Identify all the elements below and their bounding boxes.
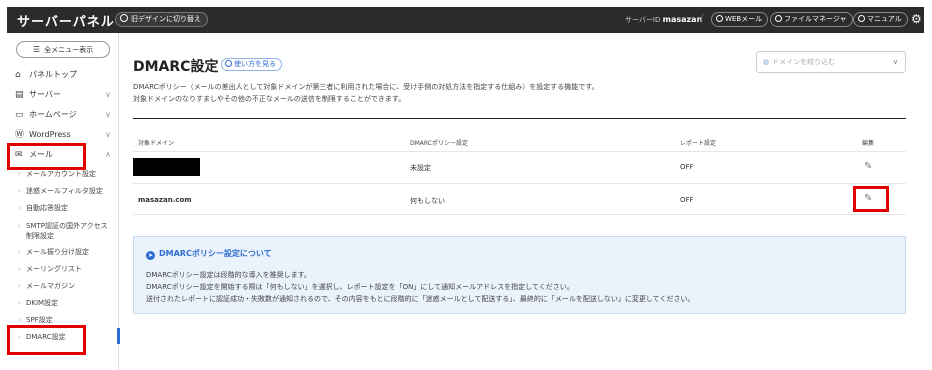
manual-button[interactable]: マニュアル <box>853 12 908 27</box>
sidebar-subitem-label: メール振り分け設定 <box>26 248 89 256</box>
gear-icon[interactable]: ⚙ <box>911 12 922 26</box>
domain-filter-select[interactable]: ◍ ドメインを絞り込む ∨ <box>756 51 906 73</box>
question-icon <box>225 60 232 67</box>
sidebar-item-wordpress[interactable]: Ⓦ WordPress ∨ <box>7 125 119 145</box>
column-header-edit: 編集 <box>862 140 875 147</box>
active-indicator <box>117 328 120 344</box>
sidebar-subitem-label: メールアカウント設定 <box>26 170 96 178</box>
sidebar-item-server[interactable]: ▤ サーバー ∨ <box>7 85 119 105</box>
send-icon <box>716 15 723 22</box>
table-row-divider <box>133 151 906 152</box>
chevron-right-icon: › <box>18 204 21 212</box>
table-cell-policy: 何もしない <box>410 197 445 205</box>
globe-icon: ◍ <box>763 58 770 66</box>
table-cell-report: OFF <box>680 163 694 171</box>
top-header: サーバーパネル 旧デザインに切り替え サーバーID masazan / WEBメ… <box>7 7 924 33</box>
folder-icon <box>775 15 782 22</box>
sidebar-item-label: サーバー <box>29 90 61 99</box>
chevron-right-icon: › <box>18 316 21 324</box>
browser-icon: ▭ <box>15 110 24 120</box>
sidebar: ☰ 全メニュー表示 ⌂ パネルトップ ▤ サーバー ∨ ▭ ホームページ ∨ Ⓦ … <box>7 33 120 370</box>
chevron-right-icon: › <box>18 265 21 273</box>
server-id: サーバーID masazan <box>625 15 702 25</box>
wordpress-icon: Ⓦ <box>15 130 25 140</box>
chevron-right-icon: › <box>18 170 21 178</box>
table-row-divider <box>133 183 906 184</box>
old-design-button[interactable]: 旧デザインに切り替え <box>115 12 208 27</box>
server-id-label: サーバーID <box>625 16 661 24</box>
column-header-policy: DMARCポリシー設定 <box>410 140 468 147</box>
sidebar-subitem-label: SMTP認証の国外アクセス制限設定 <box>26 222 108 240</box>
info-line: 送付されたレポートに認証成功・失敗数が通知されるので、その内容をもとに段階的に「… <box>146 295 695 303</box>
all-menu-button[interactable]: ☰ 全メニュー表示 <box>16 41 110 58</box>
brand-title: サーバーパネル <box>17 15 115 30</box>
send-icon: ➤ <box>146 251 155 260</box>
server-id-value: masazan <box>662 15 703 24</box>
column-header-report: レポート設定 <box>680 140 717 147</box>
sidebar-subitem-label: DKIM設定 <box>26 299 59 307</box>
edit-pencil-icon[interactable]: ✎ <box>864 161 872 172</box>
sidebar-subitem-label: 迷惑メールフィルタ設定 <box>26 187 103 195</box>
home-icon: ⌂ <box>15 70 21 80</box>
menu-icon: ☰ <box>32 45 41 54</box>
table-cell-policy: 未設定 <box>410 164 431 172</box>
table-cell-domain: masazan.com <box>138 196 192 204</box>
info-title-text: DMARCポリシー設定について <box>159 249 272 258</box>
howto-button[interactable]: 使い方を見る <box>221 58 282 71</box>
chevron-right-icon: › <box>18 248 21 256</box>
file-manager-label: ファイルマネージャ <box>784 15 847 23</box>
table-cell-report: OFF <box>680 196 694 204</box>
chevron-down-icon: ∨ <box>105 130 111 139</box>
description-line: 対象ドメインのなりすましやその他の不正なメールの送信を制限することができます。 <box>133 95 406 103</box>
chevron-right-icon: › <box>18 187 21 195</box>
sidebar-item-homepage[interactable]: ▭ ホームページ ∨ <box>7 105 119 125</box>
all-menu-label: 全メニュー表示 <box>44 46 94 54</box>
chevron-right-icon: › <box>18 282 21 290</box>
column-header-domain: 対象ドメイン <box>138 140 175 147</box>
chevron-right-icon: › <box>18 299 21 307</box>
chevron-right-icon: › <box>18 222 21 230</box>
edit-pencil-icon[interactable]: ✎ <box>864 193 872 204</box>
info-box: ➤ DMARCポリシー設定について DMARCポリシー設定は段階的な導入を推奨しま… <box>133 236 906 314</box>
sidebar-item-panel-top[interactable]: ⌂ パネルトップ <box>7 65 119 85</box>
page-title: DMARC設定 <box>133 59 219 75</box>
domain-filter-placeholder: ドメインを絞り込む <box>772 58 836 66</box>
redacted-domain <box>133 158 200 176</box>
header-separator: / <box>700 13 704 24</box>
refresh-icon <box>120 14 128 22</box>
server-icon: ▤ <box>15 90 24 100</box>
sidebar-subitem-label: メーリングリスト <box>26 265 82 273</box>
sidebar-item-label: パネルトップ <box>29 70 77 79</box>
sidebar-subitem-label: SPF設定 <box>26 316 53 324</box>
sidebar-subitem-label: メールマガジン <box>26 282 75 290</box>
file-manager-button[interactable]: ファイルマネージャ <box>770 12 853 27</box>
howto-label: 使い方を見る <box>234 60 276 68</box>
description-line: DMARCポリシー（メールの差出人として対象ドメインが第三者に利用された場合に、… <box>133 83 599 91</box>
highlight-box-mail <box>7 143 86 170</box>
header-divider <box>133 118 906 119</box>
table-row-divider <box>133 214 906 215</box>
chevron-up-icon: ∧ <box>105 150 111 159</box>
info-title: ➤ DMARCポリシー設定について <box>146 248 272 260</box>
chevron-down-icon: ∨ <box>892 58 898 66</box>
question-icon <box>858 15 865 22</box>
sidebar-item-label: WordPress <box>29 130 71 139</box>
highlight-box-dmarc <box>7 325 86 355</box>
old-design-label: 旧デザインに切り替え <box>131 15 201 23</box>
webmail-label: WEBメール <box>725 15 763 23</box>
manual-label: マニュアル <box>867 15 902 23</box>
info-line: DMARCポリシー設定を開始する際は「何もしない」を選択し、レポート設定を「ON… <box>146 283 574 291</box>
chevron-down-icon: ∨ <box>105 110 111 119</box>
chevron-down-icon: ∨ <box>105 90 111 99</box>
info-line: DMARCポリシー設定は段階的な導入を推奨します。 <box>146 271 311 279</box>
sidebar-subitem-label: 自動応答設定 <box>26 204 68 212</box>
webmail-button[interactable]: WEBメール <box>711 12 769 27</box>
sidebar-item-label: ホームページ <box>29 110 77 119</box>
